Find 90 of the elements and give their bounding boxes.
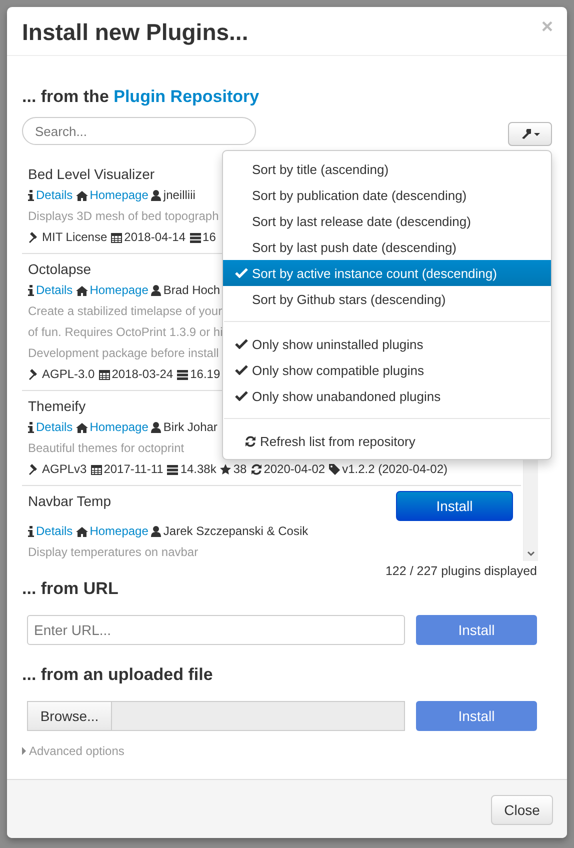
search-field[interactable]: Search... [22, 117, 256, 145]
details-link[interactable]: Details [36, 417, 73, 438]
plugin-meta: 2018-04-14 [124, 229, 186, 246]
sort-option[interactable]: Sort by active instance count (descending) [223, 260, 551, 286]
calendar-icon [90, 464, 102, 475]
browse-button[interactable]: Browse... [28, 702, 112, 730]
filter-option[interactable]: Only show uninstalled plugins [223, 331, 551, 357]
info-icon [28, 285, 34, 296]
homepage-link[interactable]: Homepage [90, 417, 148, 438]
author-name: Brad Hoch [163, 282, 220, 299]
install-button[interactable]: Install [416, 615, 537, 645]
caret-icon [22, 747, 26, 755]
homepage-link[interactable]: Homepage [90, 521, 148, 542]
url-field[interactable]: Enter URL... [27, 615, 405, 645]
server-icon [167, 464, 178, 474]
author-name: Jarek Szczepanski & Cosik [163, 523, 308, 540]
install-button[interactable]: Install [416, 701, 537, 731]
checkmark-icon [235, 365, 248, 375]
star-icon [220, 464, 232, 475]
sort-option[interactable]: Sort by Github stars (descending) [223, 286, 551, 312]
plugin-title: Bed Level Visualizer [28, 165, 155, 184]
checkmark-icon [235, 268, 248, 278]
details-link[interactable]: Details [36, 521, 73, 542]
plugin-meta: 16 [202, 229, 216, 246]
sort-filter-button[interactable] [508, 122, 552, 146]
section-heading: ... from an uploaded file [22, 664, 214, 686]
plugin-meta: AGPLv3 [42, 461, 87, 478]
user-icon [151, 422, 162, 433]
plugin-meta: 38 [233, 461, 247, 478]
close-button[interactable]: Close [491, 795, 553, 825]
advanced-options-toggle[interactable]: Advanced options [22, 744, 552, 758]
sort-option[interactable]: Sort by last push date (descending) [223, 234, 551, 260]
plugin-description: Create a stabilized timelapse of your [28, 303, 222, 320]
plugin-meta: MIT License [42, 229, 108, 246]
sort-option[interactable]: Sort by title (ascending) [223, 156, 551, 182]
plugin-title: Octolapse [28, 260, 92, 279]
wrench-icon [520, 129, 530, 139]
sort-option[interactable]: Sort by last release date (descending) [223, 208, 551, 234]
plugin-meta: 2017-11-11 [104, 461, 164, 478]
section-heading: ... from URL [22, 578, 120, 600]
plugin-title: Navbar Temp [28, 492, 112, 511]
plugin-meta: 16.19 [190, 366, 220, 383]
checkmark-icon [235, 391, 248, 401]
home-icon [76, 422, 88, 432]
plugin-description: Beautiful themes for octoprint [28, 440, 184, 457]
plugin-description: of fun. Requires OctoPrint 1.3.9 or hi [28, 324, 223, 341]
plugin-description: Display temperatures on navbar [28, 544, 198, 561]
filter-option[interactable]: Only show unabandoned plugins [223, 383, 551, 409]
plugin-meta: v1.2.2 (2020-04-02) [342, 461, 448, 478]
calendar-icon [98, 369, 110, 380]
author-name: jneilliii [163, 187, 196, 204]
info-icon [28, 422, 34, 433]
home-icon [76, 286, 88, 296]
sort-option[interactable]: Sort by publication date (descending) [223, 182, 551, 208]
file-field[interactable]: Browse... [27, 701, 405, 731]
section-heading: ... from the Plugin Repository [22, 86, 260, 108]
homepage-link[interactable]: Homepage [90, 280, 148, 301]
homepage-link[interactable]: Homepage [90, 185, 148, 206]
plugin-title: Themeify [28, 397, 86, 416]
plugin-count: 122 / 227 plugins displayed [384, 564, 537, 578]
checkmark-icon [235, 339, 248, 349]
home-icon [76, 526, 88, 536]
plugin-description: Displays 3D mesh of bed topograph [28, 208, 219, 225]
user-icon [151, 190, 162, 201]
calendar-icon [111, 232, 122, 243]
home-icon [76, 190, 88, 200]
server-icon [177, 370, 188, 380]
details-link[interactable]: Details [36, 185, 73, 206]
user-icon [151, 526, 162, 537]
caret-icon [534, 132, 540, 136]
plugin-meta: 14.38k [180, 461, 216, 478]
refresh-icon [245, 436, 256, 446]
plugin-meta: AGPL-3.0 [42, 366, 95, 383]
details-link[interactable]: Details [36, 280, 73, 301]
plugin-description: Development package before install [28, 345, 219, 362]
plugin-meta: 2018-03-24 [112, 366, 174, 383]
repository-link[interactable]: Plugin Repository [114, 87, 260, 106]
filter-option[interactable]: Only show compatible plugins [223, 357, 551, 383]
tag-icon [329, 464, 340, 475]
install-button[interactable]: Install [396, 491, 513, 521]
user-icon [151, 285, 162, 296]
refresh-option[interactable]: Refresh list from repository [223, 428, 551, 454]
chevron-down-icon [527, 551, 535, 557]
server-icon [190, 232, 201, 242]
refresh-icon [250, 464, 262, 475]
author-name: Birk Johar [163, 419, 218, 436]
info-icon [28, 526, 34, 537]
plugin-meta: 2020-04-02 [264, 461, 326, 478]
dialog-title: Install new Plugins... [22, 18, 248, 47]
info-icon [28, 190, 34, 201]
